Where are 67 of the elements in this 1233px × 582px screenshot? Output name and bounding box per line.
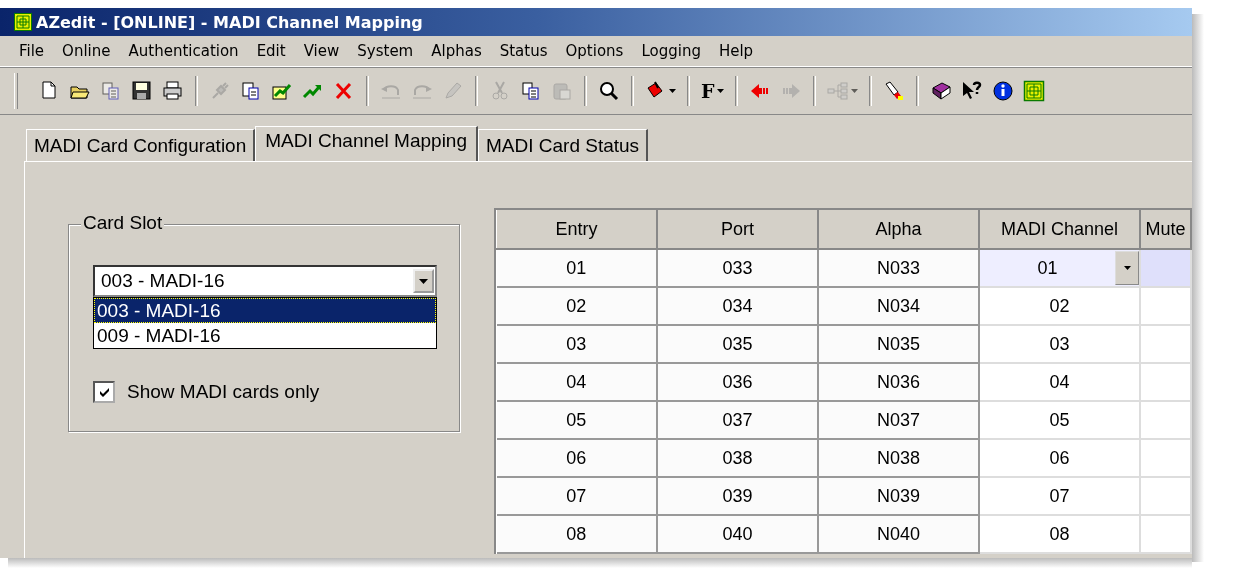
caret-icon bbox=[669, 89, 676, 93]
column-header[interactable]: Mute bbox=[1140, 210, 1191, 249]
table-cell: N040 bbox=[877, 523, 920, 544]
table-cell: N038 bbox=[877, 447, 920, 468]
column-header[interactable]: Alpha bbox=[818, 210, 979, 249]
dropdown-option[interactable]: 009 - MADI-16 bbox=[94, 323, 436, 348]
window-title: AZedit - [ONLINE] - MADI Channel Mapping bbox=[36, 12, 423, 32]
dropdown-option[interactable]: 003 - MADI-16 bbox=[94, 298, 436, 323]
column-header[interactable]: MADI Channel bbox=[979, 210, 1140, 249]
menu-item[interactable]: Edit bbox=[247, 40, 295, 62]
table-cell: 03 bbox=[566, 333, 587, 354]
table-cell: 039 bbox=[722, 485, 753, 506]
table-cell: 03 bbox=[1049, 333, 1070, 354]
table-cell: 02 bbox=[566, 295, 587, 316]
column-header[interactable]: Entry bbox=[496, 210, 657, 249]
network-icon bbox=[826, 80, 849, 102]
dropdown-button[interactable] bbox=[413, 269, 434, 293]
table-cell: 038 bbox=[722, 447, 753, 468]
table-cell-text: 01 bbox=[1036, 257, 1059, 279]
table-cell: 037 bbox=[722, 409, 753, 430]
menu-item[interactable]: System bbox=[348, 40, 423, 62]
table-cell: 04 bbox=[566, 371, 587, 392]
menu-item[interactable]: Help bbox=[709, 40, 763, 62]
table-cell: 04 bbox=[1049, 371, 1070, 392]
table-cell: 033 bbox=[722, 257, 753, 278]
checkbox-label: Show MADI cards only bbox=[127, 381, 320, 403]
table-cell: 036 bbox=[722, 371, 753, 392]
table-cell: 035 bbox=[722, 333, 753, 354]
caret-icon bbox=[419, 278, 428, 284]
table-cell: 08 bbox=[566, 523, 587, 544]
caret-icon bbox=[850, 89, 858, 93]
checkmark-icon bbox=[98, 386, 110, 398]
column-header[interactable]: Port bbox=[657, 210, 818, 249]
menu-item[interactable]: Authentication bbox=[119, 40, 248, 62]
menu-item[interactable]: Online bbox=[53, 40, 120, 62]
menu-item[interactable]: File bbox=[10, 40, 54, 62]
font-button[interactable]: F bbox=[698, 79, 727, 103]
table-cell: 05 bbox=[566, 409, 587, 430]
table-cell: 02 bbox=[1049, 295, 1070, 316]
menu-item[interactable]: Alphas bbox=[422, 40, 491, 62]
table-cell: 05 bbox=[1049, 409, 1070, 430]
menu-item[interactable]: View bbox=[294, 40, 349, 62]
table-cell: 06 bbox=[566, 447, 587, 468]
caret-icon bbox=[716, 89, 724, 93]
menu-item[interactable]: Logging bbox=[632, 40, 710, 62]
app-logo-icon bbox=[14, 13, 32, 31]
table-cell: 08 bbox=[1049, 523, 1070, 544]
menu-item[interactable]: Status bbox=[490, 40, 557, 62]
table-cell: 06 bbox=[1049, 447, 1070, 468]
card-slot-combo[interactable]: 003 - MADI-16 bbox=[93, 265, 437, 297]
table-cell: N033 bbox=[877, 257, 920, 278]
table-cell: N037 bbox=[877, 409, 920, 430]
table-cell: 07 bbox=[566, 485, 587, 506]
checkbox[interactable] bbox=[93, 381, 115, 403]
table-cell: 034 bbox=[722, 295, 753, 316]
caret-icon bbox=[1123, 266, 1131, 270]
table-cell: N036 bbox=[877, 371, 920, 392]
menu-item[interactable]: Options bbox=[556, 40, 633, 62]
tab[interactable]: MADI Card Status bbox=[478, 129, 649, 161]
table-cell: 040 bbox=[722, 523, 753, 544]
tab[interactable]: MADI Card Configuration bbox=[26, 129, 256, 161]
tab[interactable]: MADI Channel Mapping bbox=[255, 126, 478, 161]
table-cell: N035 bbox=[877, 333, 920, 354]
table-cell: 07 bbox=[1049, 485, 1070, 506]
table-cell: N039 bbox=[877, 485, 920, 506]
table-cell: 01 bbox=[566, 257, 587, 278]
table-cell: N034 bbox=[877, 295, 920, 316]
